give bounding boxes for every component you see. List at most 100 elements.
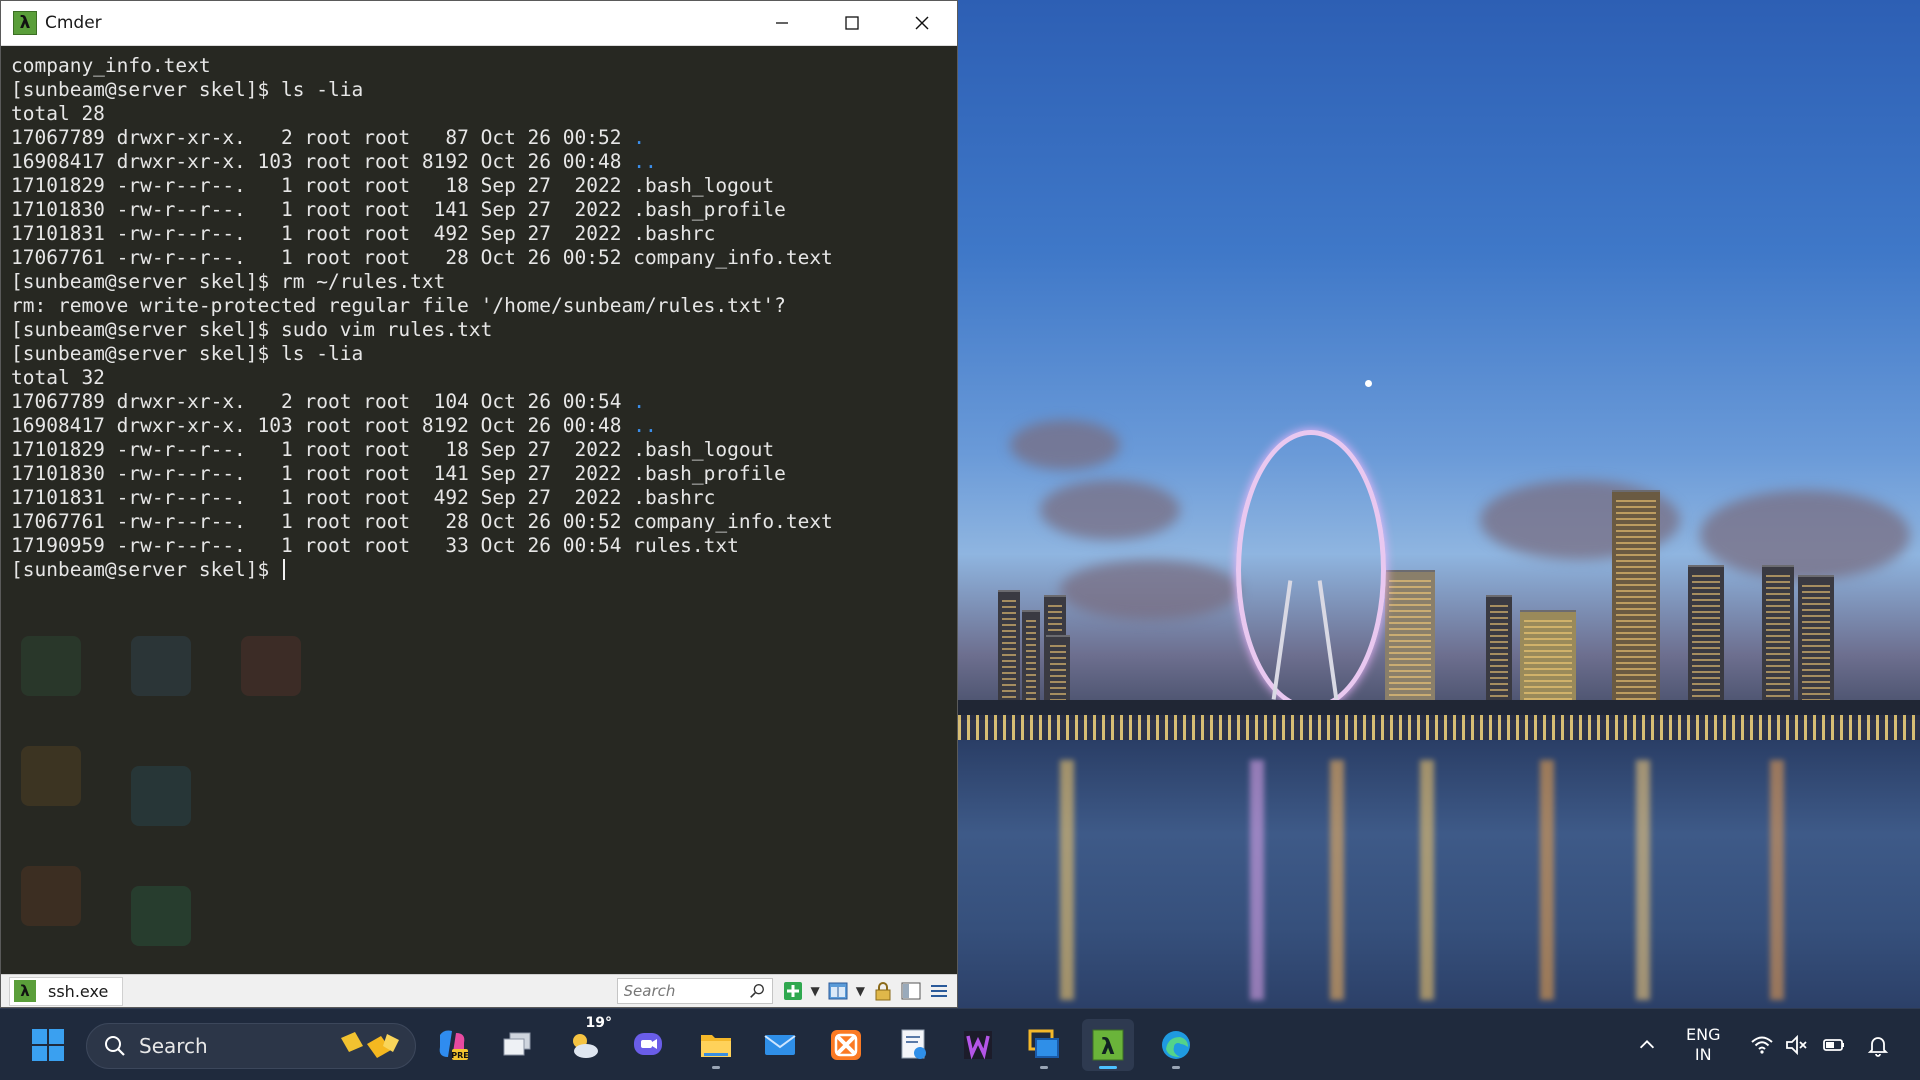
light-reflection bbox=[1330, 760, 1344, 1000]
search-icon[interactable] bbox=[748, 982, 766, 1000]
cloud bbox=[1010, 420, 1120, 470]
task-view-icon bbox=[503, 1032, 531, 1056]
taskbar-weather[interactable]: 19° bbox=[558, 1015, 612, 1071]
desktop-icon-ghost bbox=[131, 766, 191, 826]
battery-status[interactable] bbox=[1822, 1009, 1846, 1080]
terminal-output[interactable]: company_info.text [sunbeam@server skel]$ … bbox=[1, 46, 957, 974]
status-search-box[interactable] bbox=[616, 978, 773, 1004]
script-editor-icon bbox=[901, 1029, 926, 1059]
start-button[interactable] bbox=[22, 1019, 74, 1071]
terminal-line: 17101829 -rw-r--r--. 1 root root 18 Sep … bbox=[11, 438, 775, 461]
lock-icon bbox=[875, 982, 891, 1001]
tower-building bbox=[1612, 490, 1660, 710]
taskbar-app-remote-desktop[interactable] bbox=[1018, 1019, 1070, 1071]
desktop-icon-ghost bbox=[131, 636, 191, 696]
terminal-line: company_info.text bbox=[11, 54, 211, 77]
terminal-line: 17067789 drwxr-xr-x. 2 root root 104 Oct… bbox=[11, 390, 645, 413]
windows-start-icon bbox=[32, 1029, 64, 1061]
taskbar-app-mail[interactable] bbox=[754, 1019, 806, 1071]
wamp-icon bbox=[964, 1031, 992, 1060]
terminal-line: total 28 bbox=[11, 102, 105, 125]
notifications-button[interactable] bbox=[1866, 1009, 1890, 1080]
taskbar-app-xampp[interactable] bbox=[820, 1019, 872, 1071]
window-controls bbox=[747, 1, 957, 45]
moon bbox=[1365, 380, 1372, 387]
weather-temperature: 19° bbox=[585, 1015, 612, 1031]
wifi-status[interactable] bbox=[1750, 1009, 1774, 1080]
tray-overflow-button[interactable] bbox=[1636, 1009, 1658, 1080]
taskbar-app-chat[interactable] bbox=[622, 1019, 674, 1071]
cmder-window[interactable]: λ Cmder company_info.text [sunbeam@server… bbox=[0, 0, 958, 1008]
directory-name: . bbox=[633, 390, 645, 413]
bell-icon bbox=[1867, 1037, 1889, 1057]
taskbar-app-wamp[interactable] bbox=[952, 1019, 1004, 1071]
tab-list-button[interactable] bbox=[899, 979, 923, 1003]
taskbar-app-copilot[interactable]: PRE bbox=[426, 1019, 478, 1071]
status-bar: λ ssh.exe ▼ ▼ bbox=[1, 974, 957, 1007]
battery-icon bbox=[1823, 1039, 1844, 1051]
minimize-button[interactable] bbox=[747, 1, 817, 45]
running-indicator bbox=[1172, 1066, 1180, 1069]
chevron-up-icon bbox=[1639, 1040, 1655, 1049]
remote-desktop-icon bbox=[1028, 1029, 1059, 1058]
terminal-prompt-line[interactable]: [sunbeam@server skel]$ bbox=[11, 558, 957, 582]
close-button[interactable] bbox=[887, 1, 957, 45]
terminal-line: 17101831 -rw-r--r--. 1 root root 492 Sep… bbox=[11, 486, 716, 509]
cmder-lambda-icon: λ bbox=[14, 980, 36, 1002]
building bbox=[998, 590, 1020, 710]
light-reflection bbox=[1250, 760, 1264, 1000]
light-reflection bbox=[1420, 760, 1434, 1000]
light-reflection bbox=[1540, 760, 1554, 1000]
ferris-wheel bbox=[1236, 430, 1386, 710]
minimize-icon bbox=[776, 22, 788, 24]
desktop-icon-ghost bbox=[21, 866, 81, 926]
terminal-line: 17067789 drwxr-xr-x. 2 root root 87 Oct … bbox=[11, 126, 645, 149]
taskbar-app-script-editor[interactable] bbox=[888, 1019, 940, 1071]
terminal-line: 16908417 drwxr-xr-x. 103 root root 8192 … bbox=[11, 414, 657, 437]
light-reflection bbox=[1770, 760, 1784, 1000]
light-reflection bbox=[1060, 760, 1074, 1000]
taskbar: Search PRE 19° λ ENG IN bbox=[0, 1008, 1920, 1080]
split-view-icon bbox=[828, 982, 848, 1000]
split-view-dropdown[interactable]: ▼ bbox=[856, 984, 865, 998]
taskbar-app-edge[interactable] bbox=[1150, 1019, 1202, 1071]
split-view-button[interactable] bbox=[826, 979, 850, 1003]
taskbar-search[interactable]: Search bbox=[86, 1023, 416, 1069]
console-tab-label: ssh.exe bbox=[48, 981, 109, 1001]
lock-button[interactable] bbox=[871, 979, 895, 1003]
terminal-line: 17101830 -rw-r--r--. 1 root root 141 Sep… bbox=[11, 198, 786, 221]
menu-button[interactable] bbox=[927, 979, 951, 1003]
console-tab[interactable]: λ ssh.exe bbox=[9, 976, 124, 1006]
light-reflection bbox=[1636, 760, 1650, 1000]
search-icon bbox=[105, 1036, 125, 1056]
new-console-button[interactable] bbox=[781, 979, 805, 1003]
building bbox=[1385, 570, 1435, 710]
taskbar-app-file-explorer[interactable] bbox=[690, 1019, 742, 1071]
directory-name: .. bbox=[633, 414, 657, 437]
terminal-line: 17067761 -rw-r--r--. 1 root root 28 Oct … bbox=[11, 510, 833, 533]
tab-list-icon bbox=[901, 982, 921, 1000]
status-search-input[interactable] bbox=[623, 982, 734, 1000]
taskbar-task-view[interactable] bbox=[492, 1019, 544, 1071]
close-icon bbox=[915, 16, 929, 30]
terminal-line: 17101830 -rw-r--r--. 1 root root 141 Sep… bbox=[11, 462, 786, 485]
cloud bbox=[1700, 490, 1910, 580]
running-indicator bbox=[712, 1066, 720, 1069]
terminal-line: 17190959 -rw-r--r--. 1 root root 33 Oct … bbox=[11, 534, 739, 557]
taskbar-app-cmder[interactable]: λ bbox=[1082, 1019, 1134, 1071]
copilot-icon: PRE bbox=[439, 1030, 469, 1060]
terminal-line: 17101831 -rw-r--r--. 1 root root 492 Sep… bbox=[11, 222, 716, 245]
maximize-button[interactable] bbox=[817, 1, 887, 45]
terminal-line: [sunbeam@server skel]$ sudo vim rules.tx… bbox=[11, 318, 493, 341]
language-indicator[interactable]: ENG IN bbox=[1686, 1009, 1720, 1080]
cmder-icon: λ bbox=[1092, 1029, 1124, 1061]
xampp-icon bbox=[831, 1030, 861, 1060]
volume-status[interactable] bbox=[1784, 1009, 1808, 1080]
window-title: Cmder bbox=[45, 13, 102, 33]
building bbox=[1798, 575, 1834, 710]
new-console-dropdown[interactable]: ▼ bbox=[811, 984, 820, 998]
terminal-line: total 32 bbox=[11, 366, 105, 389]
building bbox=[1688, 565, 1724, 710]
title-bar[interactable]: λ Cmder bbox=[1, 1, 957, 46]
desktop-icon-ghost bbox=[131, 886, 191, 946]
